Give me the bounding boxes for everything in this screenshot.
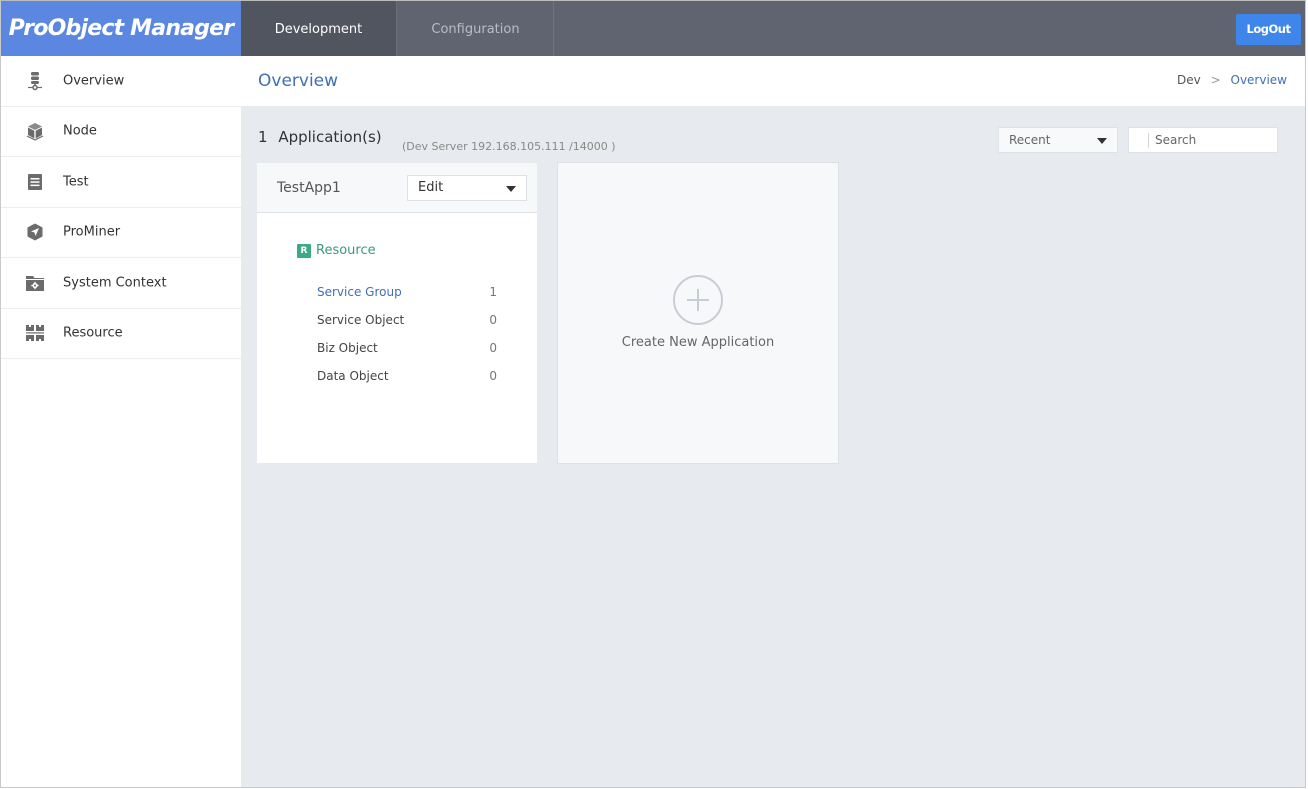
grid-blocks-icon [25, 323, 45, 343]
breadcrumb-separator: > [1210, 73, 1221, 87]
sidebar-item-label: Test [63, 174, 89, 190]
chevron-down-icon [506, 186, 516, 192]
sidebar-item-label: Resource [63, 325, 123, 341]
resource-badge-icon: R [297, 243, 311, 258]
folder-gear-icon [25, 273, 45, 293]
application-action-value: Edit [418, 180, 444, 195]
sidebar-item-system-context[interactable]: System Context [1, 258, 241, 309]
sidebar-item-label: Node [63, 123, 97, 139]
resource-row-biz-object: Biz Object 0 [317, 341, 497, 355]
logout-button[interactable]: LogOut [1236, 14, 1301, 45]
application-name[interactable]: TestApp1 [277, 180, 341, 196]
sidebar-item-resource[interactable]: Resource [1, 309, 241, 359]
tab-development[interactable]: Development [241, 1, 397, 56]
sidebar-item-label: ProMiner [63, 224, 121, 240]
resource-row-label: Biz Object [317, 341, 378, 355]
sidebar-item-overview[interactable]: Overview [1, 56, 241, 107]
cube-icon [25, 121, 45, 141]
application-count-label: Application(s) [278, 128, 382, 146]
sidebar-item-label: Overview [63, 73, 125, 89]
resource-row-label: Data Object [317, 369, 389, 383]
sidebar-item-node[interactable]: Node [1, 107, 241, 157]
resource-section-title[interactable]: R Resource [297, 243, 376, 258]
sort-dropdown-value: Recent [1009, 133, 1051, 147]
resource-row-value: 0 [489, 313, 497, 327]
server-info: (Dev Server 192.168.105.111 /14000 ) [402, 140, 616, 153]
application-count-number: 1 [258, 128, 268, 146]
app-window: ProObject Manager Development Configurat… [0, 0, 1306, 788]
sort-dropdown[interactable]: Recent [998, 127, 1118, 153]
chevron-down-icon [1097, 138, 1107, 144]
sidebar: Overview Node Test ProMiner System Conte… [1, 56, 241, 787]
application-card-header: TestApp1 Edit [257, 163, 537, 213]
resource-row-service-object: Service Object 0 [317, 313, 497, 327]
resource-row-data-object: Data Object 0 [317, 369, 497, 383]
tab-configuration[interactable]: Configuration [398, 1, 554, 56]
create-application-label: Create New Application [621, 335, 775, 350]
sidebar-item-prominer[interactable]: ProMiner [1, 208, 241, 258]
sidebar-item-test[interactable]: Test [1, 157, 241, 208]
resource-row-label[interactable]: Service Group [317, 285, 402, 299]
resource-title: Resource [316, 243, 376, 258]
app-logo[interactable]: ProObject Manager [1, 1, 241, 56]
resource-row-value: 1 [489, 285, 497, 299]
breadcrumb-root[interactable]: Dev [1177, 73, 1201, 87]
search-input[interactable] [1155, 128, 1273, 152]
breadcrumb-current[interactable]: Overview [1231, 73, 1288, 87]
plus-circle-icon[interactable] [673, 275, 723, 325]
database-icon [25, 71, 45, 91]
resource-row-label: Service Object [317, 313, 405, 327]
main-content: Overview Dev > Overview 1 Application(s)… [241, 56, 1305, 787]
resource-row-service-group[interactable]: Service Group 1 [317, 285, 497, 299]
create-application-card[interactable]: Create New Application [557, 162, 839, 464]
application-action-dropdown[interactable]: Edit [407, 175, 527, 201]
page-header: Overview Dev > Overview [241, 56, 1305, 106]
resource-row-value: 0 [489, 369, 497, 383]
hexagon-navigation-icon [25, 222, 45, 242]
application-count: 1 Application(s) [258, 128, 382, 146]
search-box[interactable] [1128, 127, 1278, 153]
resource-row-value: 0 [489, 341, 497, 355]
application-card: TestApp1 Edit R Resource Service Group 1… [257, 163, 537, 463]
page-title: Overview [258, 71, 339, 91]
top-navigation-bar: ProObject Manager Development Configurat… [1, 1, 1305, 56]
breadcrumb: Dev > Overview [1177, 73, 1287, 87]
sidebar-item-label: System Context [63, 275, 167, 291]
document-icon [25, 172, 45, 192]
search-divider [1148, 133, 1149, 148]
